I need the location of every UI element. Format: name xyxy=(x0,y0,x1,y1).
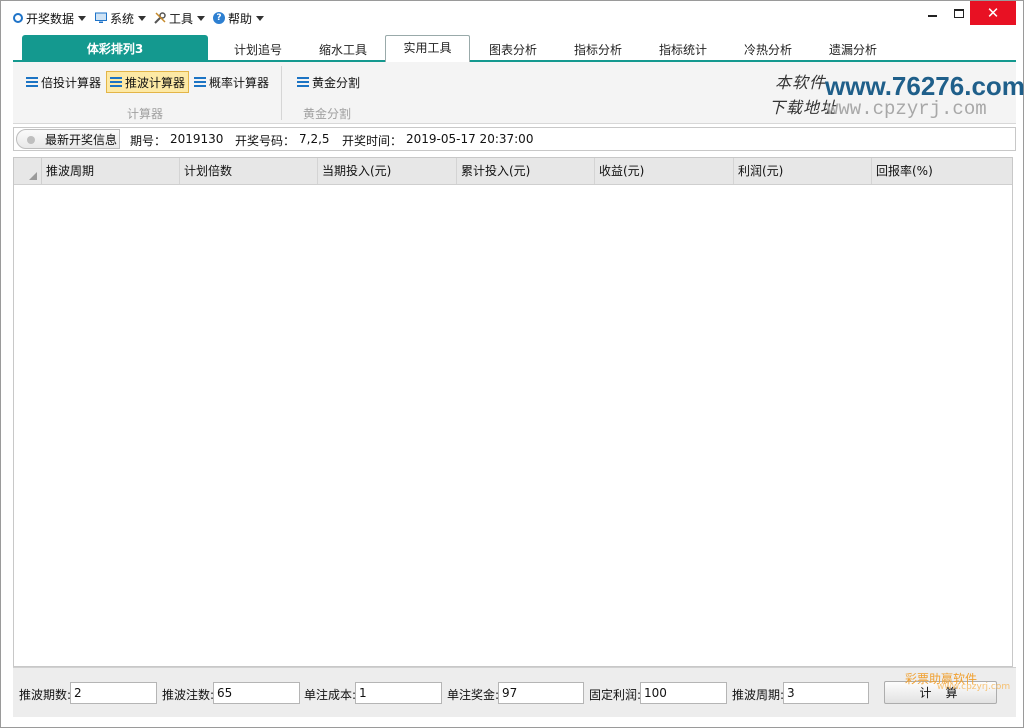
column-header-wave-period[interactable]: 推波周期 xyxy=(42,158,180,184)
tab-utility-tools[interactable]: 实用工具 xyxy=(385,35,470,62)
menu-bar: 开奖数据 系统 工具 ? 帮助 ✕ xyxy=(1,1,1023,33)
column-header-plan-multiplier[interactable]: 计划倍数 xyxy=(180,158,318,184)
menu-help-label: 帮助 xyxy=(228,11,253,26)
help-icon: ? xyxy=(213,12,225,24)
table-header: 推波周期 计划倍数 当期投入(元) 累计投入(元) 收益(元) 利润(元) 回报… xyxy=(14,158,1012,185)
golden-section-button[interactable]: 黄金分割 xyxy=(293,71,364,93)
tools-icon xyxy=(154,12,166,24)
menu-draw-data[interactable]: 开奖数据 xyxy=(13,10,87,26)
multiplier-calculator-label: 倍投计算器 xyxy=(41,75,102,90)
ribbon-divider xyxy=(281,66,282,120)
wave-bets-label: 推波注数: xyxy=(162,688,215,702)
corner-triangle-icon xyxy=(29,172,37,180)
column-header-current-investment[interactable]: 当期投入(元) xyxy=(318,158,457,184)
minimize-icon xyxy=(927,15,937,17)
tab-reduction-tools[interactable]: 缩水工具 xyxy=(308,40,378,60)
maximize-icon xyxy=(954,8,964,18)
draw-number-value: 7,2,5 xyxy=(299,132,330,146)
draw-time-label: 开奖时间： xyxy=(342,134,403,148)
wave-cycle-input[interactable] xyxy=(783,682,869,704)
chevron-down-icon xyxy=(78,15,87,21)
chevron-down-icon xyxy=(138,15,147,21)
tab-indicator-stats[interactable]: 指标统计 xyxy=(648,40,718,60)
unit-prize-label: 单注奖金: xyxy=(447,688,500,702)
download-watermark: 本软件 下载地址 www.76276.com www.cpzyrj.com xyxy=(753,67,1024,120)
monitor-icon xyxy=(95,12,107,24)
menu-system-label: 系统 xyxy=(110,11,135,26)
latest-draw-info-bar: 最新开奖信息 期号： 2019130 开奖号码： 7,2,5 开奖时间： 201… xyxy=(13,127,1016,151)
unit-cost-label: 单注成本: xyxy=(304,688,357,702)
column-header-cumulative-investment[interactable]: 累计投入(元) xyxy=(457,158,595,184)
app-window: 开奖数据 系统 工具 ? 帮助 ✕ 体彩排列3 计划追号 缩水工具 实用工具 图… xyxy=(0,0,1024,728)
lottery-brand-tab[interactable]: 体彩排列3 xyxy=(22,35,208,62)
chevron-down-icon xyxy=(197,15,206,21)
unit-prize-input[interactable] xyxy=(498,682,584,704)
tab-indicator-analysis[interactable]: 指标分析 xyxy=(563,40,633,60)
fixed-profit-input[interactable] xyxy=(640,682,727,704)
golden-section-group-label: 黄金分割 xyxy=(303,107,352,121)
wave-cycle-label: 推波周期: xyxy=(732,688,785,702)
period-value: 2019130 xyxy=(170,132,224,146)
menu-tools[interactable]: 工具 xyxy=(154,10,206,26)
list-icon xyxy=(110,77,122,87)
multiplier-calculator-button[interactable]: 倍投计算器 xyxy=(22,71,105,93)
list-icon xyxy=(194,77,206,87)
calculator-group-label: 计算器 xyxy=(127,107,164,121)
circle-icon xyxy=(13,13,23,23)
list-icon xyxy=(297,77,309,87)
close-icon: ✕ xyxy=(986,3,1000,22)
wave-calculator-label: 推波计算器 xyxy=(125,75,186,90)
wave-results-table[interactable]: 推波周期 计划倍数 当期投入(元) 累计投入(元) 收益(元) 利润(元) 回报… xyxy=(13,157,1013,667)
draw-number-label: 开奖号码： xyxy=(235,134,296,148)
menu-tools-label: 工具 xyxy=(169,11,194,26)
tab-chart-analysis[interactable]: 图表分析 xyxy=(478,40,548,60)
draw-time-value: 2019-05-17 20:37:00 xyxy=(406,132,534,146)
wave-periods-label: 推波期数: xyxy=(19,688,72,702)
column-header-return-rate[interactable]: 回报率(%) xyxy=(872,158,1012,184)
latest-draw-info-button[interactable]: 最新开奖信息 xyxy=(16,129,120,149)
list-icon xyxy=(26,77,38,87)
watermark-handwriting-1: 本软件 xyxy=(775,73,827,92)
column-header-revenue[interactable]: 收益(元) xyxy=(595,158,734,184)
tab-omission-analysis[interactable]: 遗漏分析 xyxy=(818,40,888,60)
probability-calculator-label: 概率计算器 xyxy=(209,75,270,90)
wave-periods-input[interactable] xyxy=(70,682,157,704)
period-label: 期号： xyxy=(130,134,167,148)
probability-calculator-button[interactable]: 概率计算器 xyxy=(190,71,273,93)
chevron-down-icon xyxy=(256,15,265,21)
menu-system[interactable]: 系统 xyxy=(95,10,147,26)
wave-calculator-button[interactable]: 推波计算器 xyxy=(106,71,190,93)
unit-cost-input[interactable] xyxy=(355,682,442,704)
calc-watermark-sub: www.cpzyrj.com xyxy=(937,682,1011,692)
menu-help[interactable]: ? 帮助 xyxy=(213,10,265,26)
golden-section-label: 黄金分割 xyxy=(312,75,361,90)
select-all-corner[interactable] xyxy=(14,158,42,184)
status-dot-icon xyxy=(27,136,35,144)
column-header-profit[interactable]: 利润(元) xyxy=(734,158,872,184)
menu-draw-data-label: 开奖数据 xyxy=(26,11,75,26)
close-button[interactable]: ✕ xyxy=(970,1,1016,25)
tab-bar: 体彩排列3 计划追号 缩水工具 实用工具 图表分析 指标分析 指标统计 冷热分析… xyxy=(1,34,1023,62)
latest-draw-info-label: 最新开奖信息 xyxy=(45,132,118,147)
tab-plan-tracking[interactable]: 计划追号 xyxy=(223,40,293,60)
parameter-panel: 推波期数: 推波注数: 单注成本: 单注奖金: 固定利润: 推波周期: 计算 彩… xyxy=(13,667,1016,717)
watermark-url-sub: www.cpzyrj.com xyxy=(827,98,987,120)
tab-hot-cold-analysis[interactable]: 冷热分析 xyxy=(733,40,803,60)
wave-bets-input[interactable] xyxy=(213,682,300,704)
fixed-profit-label: 固定利润: xyxy=(589,688,642,702)
